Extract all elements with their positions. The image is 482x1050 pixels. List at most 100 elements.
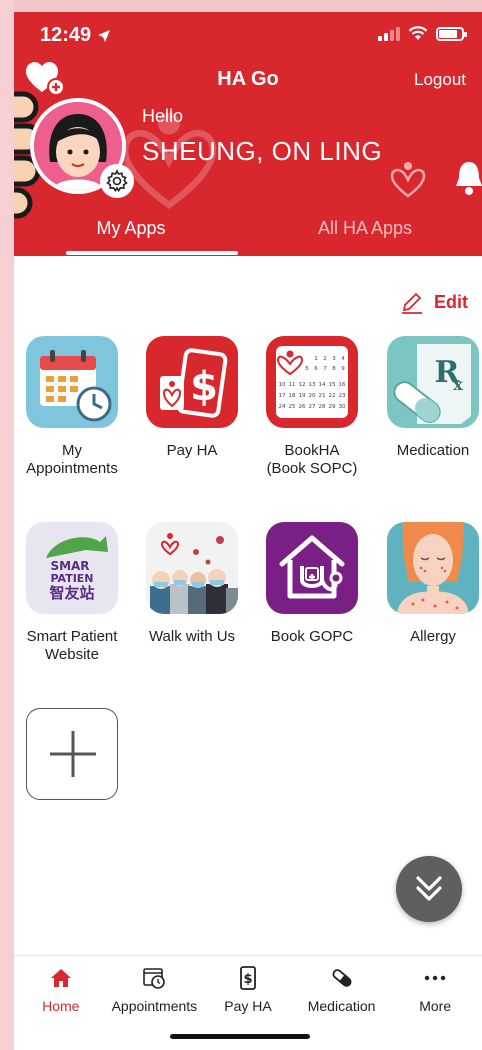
bookha-day: 3 xyxy=(332,356,336,362)
bookha-day: 24 xyxy=(278,404,286,410)
smart-patient-icon: SMAR PATIEN 智友站 xyxy=(26,522,118,614)
bookha-day: 23 xyxy=(338,393,346,399)
svg-text:$: $ xyxy=(190,364,218,410)
bookha-day: 27 xyxy=(308,404,316,410)
bookha-day: 12 xyxy=(298,382,305,388)
bookha-day: 6 xyxy=(314,366,318,372)
svg-text:x: x xyxy=(453,375,463,394)
username: SHEUNG, ON LING xyxy=(142,136,383,166)
calendar-clock-icon xyxy=(143,968,166,989)
app-medication[interactable]: R x Medication xyxy=(375,336,482,460)
bookha-day: 13 xyxy=(308,382,316,388)
logout-button[interactable]: Logout xyxy=(414,70,466,90)
phone-screen: 12:49 HA Go Logout Hello SHEUNG, ON LING… xyxy=(14,12,482,1050)
calendar-grid-icon: 1 2 3 4 5 6 7 8 9 10 11 12 13 14 15 16 1… xyxy=(266,336,358,428)
app-label: Walk with Us xyxy=(148,628,236,645)
bookha-day: 19 xyxy=(298,393,306,399)
allergy-person-icon xyxy=(387,522,479,614)
bookha-day: 16 xyxy=(338,382,346,388)
edit-button[interactable]: Edit xyxy=(400,290,468,314)
dollar-phone-icon: $ xyxy=(240,966,256,990)
nav-pay-ha-label: Pay HA xyxy=(224,998,272,1014)
add-app-button[interactable] xyxy=(26,708,118,800)
smart-text-3: 智友站 xyxy=(49,584,94,602)
app-bookha[interactable]: 1 2 3 4 5 6 7 8 9 10 11 12 13 14 15 16 1… xyxy=(254,336,370,478)
settings-badge[interactable] xyxy=(100,164,134,198)
dollar-card-icon: $ xyxy=(146,336,238,428)
bookha-day: 25 xyxy=(288,404,296,410)
tab-my-apps[interactable]: My Apps xyxy=(14,210,248,256)
signal-icon xyxy=(378,26,400,41)
bookha-day: 22 xyxy=(328,393,335,399)
top-strip xyxy=(0,0,482,12)
app-label: Medication xyxy=(396,442,470,459)
app-label: BookHA (Book SOPC) xyxy=(266,442,358,477)
app-label: Book GOPC xyxy=(270,628,354,645)
bookha-day: 28 xyxy=(318,404,326,410)
svg-text:$: $ xyxy=(243,972,252,987)
tab-all-ha-apps[interactable]: All HA Apps xyxy=(248,210,482,256)
bookha-day: 21 xyxy=(318,393,326,399)
app-title: HA Go xyxy=(217,68,279,90)
app-label: Allergy xyxy=(410,628,456,645)
nav-appointments-label: Appointments xyxy=(111,998,198,1014)
app-label: My Appointments xyxy=(26,442,118,477)
app-my-appointments[interactable]: My Appointments xyxy=(14,336,130,478)
status-icons xyxy=(378,26,467,41)
bookha-day: 14 xyxy=(318,382,326,388)
nav-home-label: Home xyxy=(42,998,80,1014)
bookha-day: 20 xyxy=(308,393,316,399)
gear-icon xyxy=(106,169,128,193)
nav-more-label: More xyxy=(419,998,452,1014)
smart-text-1: SMAR xyxy=(50,559,89,573)
plus-icon xyxy=(50,731,96,777)
bookha-day: 9 xyxy=(341,366,345,372)
bookha-day: 8 xyxy=(332,366,336,372)
home-icon xyxy=(50,969,71,987)
people-virus-icon xyxy=(146,522,238,614)
header: 12:49 HA Go Logout Hello SHEUNG, ON LING… xyxy=(14,12,482,256)
nav-home[interactable]: Home xyxy=(14,956,108,1050)
scroll-down-fab[interactable] xyxy=(396,856,462,922)
greeting: Hello xyxy=(142,106,184,126)
app-allergy[interactable]: Allergy xyxy=(375,522,482,646)
bookha-day: 2 xyxy=(323,356,327,362)
status-time: 12:49 xyxy=(40,24,111,47)
app-smart-patient-website[interactable]: SMAR PATIEN 智友站 Smart Patient Website xyxy=(14,522,130,664)
bookha-day: 11 xyxy=(288,382,296,388)
tab-indicator xyxy=(66,251,238,255)
bookha-day: 29 xyxy=(328,404,336,410)
edit-label: Edit xyxy=(434,291,468,312)
bookha-day: 7 xyxy=(323,366,327,372)
bookha-day: 18 xyxy=(288,393,296,399)
location-arrow-icon xyxy=(98,29,111,42)
double-chevron-down-icon xyxy=(416,876,442,901)
rx-pill-icon: R x xyxy=(387,336,479,428)
pencil-icon xyxy=(402,292,422,314)
nav-more[interactable]: More xyxy=(388,956,482,1050)
app-book-gopc[interactable]: Book GOPC xyxy=(254,522,370,646)
home-indicator xyxy=(170,1034,310,1039)
ha-logo-icon xyxy=(390,162,426,198)
app-label: Pay HA xyxy=(166,442,218,459)
bell-icon[interactable] xyxy=(454,158,482,198)
pill-icon xyxy=(332,969,352,987)
bookha-day: 15 xyxy=(328,382,336,388)
app-walk-with-us[interactable]: Walk with Us xyxy=(134,522,250,646)
app-label: Smart Patient Website xyxy=(26,628,118,663)
left-strip xyxy=(0,0,14,1050)
house-stethoscope-icon xyxy=(266,522,358,614)
calendar-clock-icon xyxy=(26,336,118,428)
app-pay-ha[interactable]: $ Pay HA xyxy=(134,336,250,460)
tab-bar: My Apps All HA Apps xyxy=(14,210,482,256)
bookha-day: 1 xyxy=(314,356,318,362)
bookha-day: 4 xyxy=(341,356,345,362)
bookha-day: 26 xyxy=(298,404,306,410)
bookha-day: 5 xyxy=(305,366,309,372)
wifi-icon xyxy=(408,26,428,40)
bookha-day: 10 xyxy=(278,382,286,388)
battery-icon xyxy=(436,26,467,41)
more-dots-icon xyxy=(424,975,446,981)
bookha-day: 17 xyxy=(278,393,286,399)
nav-medication-label: Medication xyxy=(307,998,376,1014)
